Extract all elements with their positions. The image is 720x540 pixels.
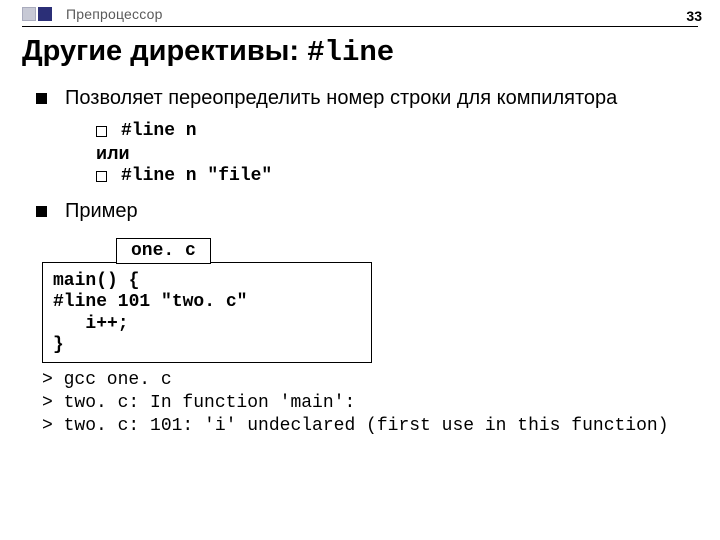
- square-bullet-icon: [36, 206, 47, 217]
- page-number: 33: [686, 8, 702, 24]
- terminal-output: > gcc one. c > two. c: In function 'main…: [42, 369, 698, 438]
- sub-1-code: #line n: [121, 121, 197, 141]
- or-label: или: [96, 143, 698, 164]
- bullet-item-2: Пример: [36, 200, 698, 224]
- bullet-item-1: Позволяет переопределить номер строки дл…: [36, 87, 698, 186]
- sub-list: #line n или #line n "file": [96, 121, 698, 186]
- title-code: #line: [307, 36, 394, 69]
- code-box: main() { #line 101 "two. c" i++; }: [42, 262, 372, 363]
- header-bar: Препроцессор: [22, 6, 698, 22]
- bullet-2-text: Пример: [65, 200, 138, 224]
- square-bullet-icon: [36, 93, 47, 104]
- code-filename-tab: one. c: [116, 238, 211, 264]
- divider: [22, 26, 698, 27]
- hollow-square-icon: [96, 171, 107, 182]
- deco-square-dark: [38, 7, 52, 21]
- sub-item-2: #line n "file": [96, 166, 698, 186]
- example-block: one. c main() { #line 101 "two. c" i++; …: [42, 237, 698, 438]
- breadcrumb: Препроцессор: [66, 6, 163, 22]
- bullet-1-text: Позволяет переопределить номер строки дл…: [65, 87, 617, 111]
- deco-square-light: [22, 7, 36, 21]
- sub-2-code: #line n "file": [121, 166, 272, 186]
- hollow-square-icon: [96, 126, 107, 137]
- title-text: Другие директивы:: [22, 35, 307, 67]
- slide-title: Другие директивы: #line: [22, 35, 698, 69]
- header-decoration: [22, 7, 52, 21]
- content-area: Позволяет переопределить номер строки дл…: [22, 87, 698, 438]
- sub-item-1: #line n: [96, 121, 698, 141]
